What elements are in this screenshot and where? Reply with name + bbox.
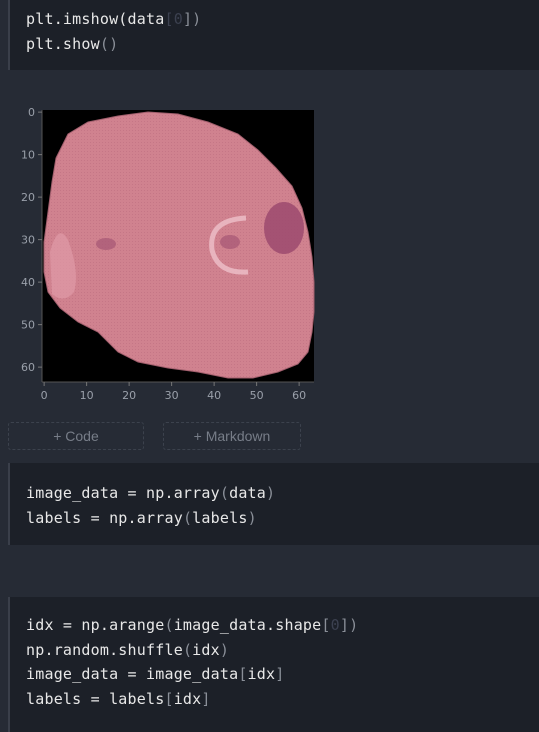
small-stain <box>220 235 240 249</box>
code-cell-shuffle[interactable]: idx = np.arange(image_data.shape[0]) np.r… <box>8 597 539 732</box>
code-line: np.random.shuffle(idx) <box>26 640 230 659</box>
y-tick-label: 30 <box>21 234 35 247</box>
code-line: image_data = np.array(data) <box>26 484 276 502</box>
code-line: plt.show() <box>26 34 119 53</box>
code-cell-imshow[interactable]: plt.imshow(data[0]) plt.show() <box>8 0 539 70</box>
add-code-button[interactable]: + Code <box>8 422 144 450</box>
y-ticks: 0 10 20 30 40 50 60 <box>21 106 42 374</box>
x-tick-label: 30 <box>165 389 179 402</box>
y-tick-label: 60 <box>21 361 35 374</box>
y-tick-label: 50 <box>21 319 35 332</box>
cell-output: 0 10 20 30 40 50 60 0 10 20 30 40 50 60 <box>8 72 539 422</box>
code-editor[interactable]: plt.imshow(data[0]) plt.show() <box>10 0 539 56</box>
code-line: plt.imshow(data[0]) <box>26 10 202 28</box>
dark-stain <box>264 202 304 254</box>
code-cell-arrays[interactable]: image_data = np.array(data) labels = np.a… <box>8 463 539 545</box>
x-tick-label: 0 <box>41 389 48 402</box>
x-tick-label: 20 <box>122 389 136 402</box>
x-tick-label: 10 <box>80 389 94 402</box>
imshow-plot: 0 10 20 30 40 50 60 0 10 20 30 40 50 60 <box>21 106 315 402</box>
code-editor[interactable]: image_data = np.array(data) labels = np.a… <box>10 463 539 530</box>
y-tick-label: 10 <box>21 149 35 162</box>
x-tick-label: 60 <box>292 389 306 402</box>
y-tick-label: 40 <box>21 276 35 289</box>
y-tick-label: 0 <box>28 106 35 119</box>
add-markdown-button[interactable]: + Markdown <box>163 422 301 450</box>
code-line: idx = np.arange(image_data.shape[0]) <box>26 616 359 634</box>
x-tick-label: 50 <box>250 389 264 402</box>
small-stain <box>96 238 116 250</box>
code-line: image_data = image_data[idx] <box>26 665 285 683</box>
code-line: labels = np.array(labels) <box>26 508 257 527</box>
x-ticks: 0 10 20 30 40 50 60 <box>41 382 306 402</box>
x-tick-label: 40 <box>207 389 221 402</box>
code-line: labels = labels[idx] <box>26 689 211 708</box>
code-editor[interactable]: idx = np.arange(image_data.shape[0]) np.r… <box>10 597 539 711</box>
y-tick-label: 20 <box>21 191 35 204</box>
